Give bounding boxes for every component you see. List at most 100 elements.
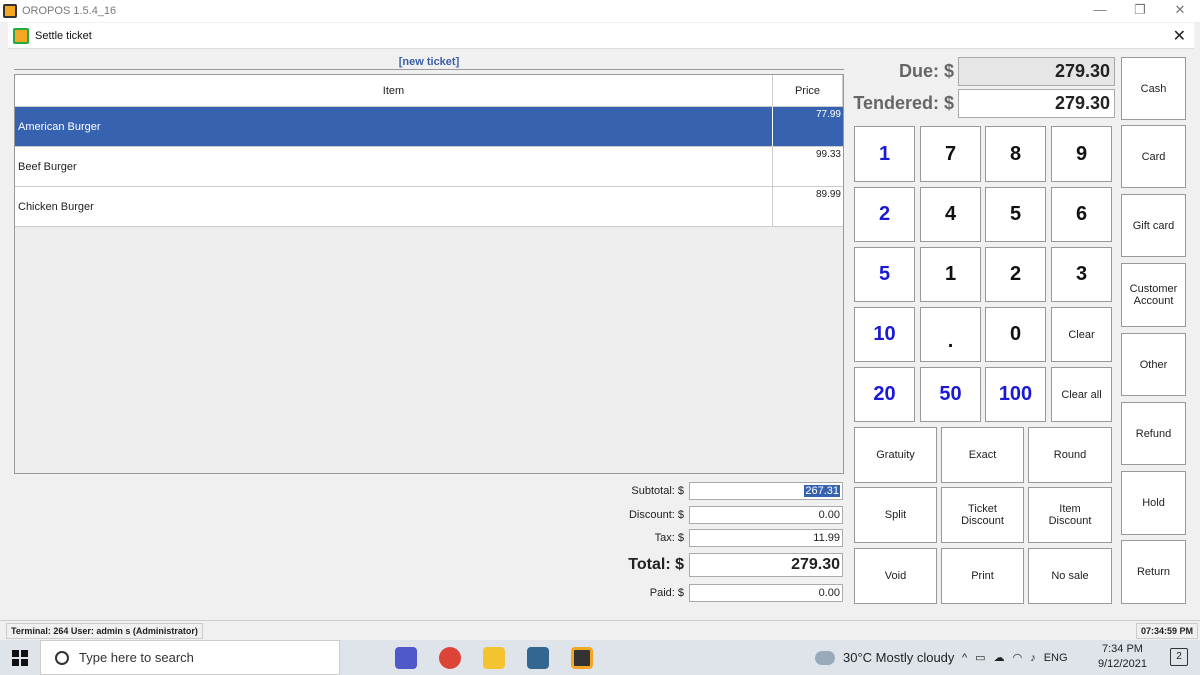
- tendered-input[interactable]: 279.30: [958, 89, 1115, 118]
- windows-logo-icon: [12, 649, 28, 666]
- ticket-discount-button[interactable]: Ticket Discount: [941, 487, 1024, 543]
- keypad-6-button[interactable]: 6: [1051, 187, 1112, 242]
- dialog-icon: [13, 27, 29, 44]
- paid-value[interactable]: 0.00: [689, 584, 843, 602]
- wifi-icon[interactable]: ◠: [1013, 651, 1023, 664]
- dialog-title: Settle ticket: [35, 29, 92, 42]
- taskbar-app-teams[interactable]: [384, 640, 428, 675]
- void-button[interactable]: Void: [854, 548, 937, 604]
- cloud-icon: [815, 650, 835, 665]
- quick-20-button[interactable]: 20: [854, 367, 915, 422]
- cash-button[interactable]: Cash: [1121, 57, 1186, 120]
- item-price: 77.99: [815, 109, 841, 120]
- subtotal-row: Subtotal: $ 267.31: [616, 482, 843, 500]
- customer-account-button[interactable]: Customer Account: [1121, 263, 1186, 327]
- keypad-5-button[interactable]: 5: [985, 187, 1046, 242]
- search-icon: [55, 650, 69, 665]
- item-discount-button[interactable]: Item Discount: [1028, 487, 1112, 543]
- keypad-decimal-button[interactable]: .: [920, 307, 981, 362]
- tax-row: Tax: $ 11.99: [616, 529, 843, 547]
- item-name: Chicken Burger: [15, 187, 773, 226]
- dialog-close-icon[interactable]: ✕: [1173, 26, 1186, 46]
- table-row[interactable]: Beef Burger 99.33: [15, 147, 843, 187]
- taskbar-app-pgadmin[interactable]: [516, 640, 560, 675]
- taskbar-clock[interactable]: 7:34 PM 9/12/2021: [1098, 642, 1147, 672]
- clear-all-button[interactable]: Clear all: [1051, 367, 1112, 422]
- terminal-user-status: Terminal: 264 User: admin s (Administrat…: [6, 622, 203, 639]
- language-indicator[interactable]: ENG: [1044, 652, 1068, 664]
- keypad-4-button[interactable]: 4: [920, 187, 981, 242]
- system-tray: ^ ▭ ☁ ◠ ♪ ENG: [962, 640, 1068, 675]
- minimize-icon[interactable]: —: [1080, 0, 1120, 22]
- volume-icon[interactable]: ♪: [1030, 652, 1036, 664]
- keypad-7-button[interactable]: 7: [920, 126, 981, 182]
- total-label: Total: $: [628, 556, 684, 573]
- card-button[interactable]: Card: [1121, 125, 1186, 188]
- start-button[interactable]: [0, 640, 40, 675]
- taskbar-app-explorer[interactable]: [472, 640, 516, 675]
- keypad-1-button[interactable]: 1: [854, 126, 915, 182]
- gratuity-button[interactable]: Gratuity: [854, 427, 937, 483]
- keypad-0-button[interactable]: 0: [985, 307, 1046, 362]
- onedrive-icon[interactable]: ☁: [994, 651, 1005, 664]
- weather-widget[interactable]: 30°C Mostly cloudy: [815, 640, 954, 675]
- paid-label: Paid: $: [649, 587, 684, 599]
- quick-10-button[interactable]: 10: [854, 307, 915, 362]
- ticket-table: Item Price American Burger 77.99 Beef Bu…: [14, 74, 844, 474]
- clock-time: 7:34 PM: [1101, 643, 1143, 655]
- gift-card-button[interactable]: Gift card: [1121, 194, 1186, 257]
- keypad-2b-button[interactable]: 2: [985, 247, 1046, 302]
- maximize-icon[interactable]: ❐: [1120, 0, 1160, 22]
- quick-50-button[interactable]: 50: [920, 367, 981, 422]
- discount-label: Discount: $: [628, 509, 684, 521]
- no-sale-button[interactable]: No sale: [1028, 548, 1112, 604]
- return-button[interactable]: Return: [1121, 540, 1186, 604]
- window-title: OROPOS 1.5.4_16: [22, 5, 117, 17]
- notification-icon[interactable]: 2: [1170, 648, 1188, 666]
- exact-button[interactable]: Exact: [941, 427, 1024, 483]
- quick-100-button[interactable]: 100: [985, 367, 1046, 422]
- other-button[interactable]: Other: [1121, 333, 1186, 396]
- total-row: Total: $ 279.30: [616, 553, 843, 577]
- chevron-up-icon[interactable]: ^: [962, 652, 967, 664]
- folder-icon: [483, 646, 505, 669]
- table-row[interactable]: Chicken Burger 89.99: [15, 187, 843, 227]
- item-name: Beef Burger: [15, 147, 773, 186]
- keypad-9-button[interactable]: 9: [1051, 126, 1112, 182]
- divider: [14, 69, 844, 70]
- ticket-label: [new ticket]: [398, 56, 460, 68]
- due-label: Due: $: [898, 61, 954, 81]
- taskbar-app-chrome[interactable]: [428, 640, 472, 675]
- keypad-3-button[interactable]: 3: [1051, 247, 1112, 302]
- column-header-price[interactable]: Price: [773, 75, 843, 106]
- weather-text: 30°C Mostly cloudy: [843, 650, 955, 665]
- taskbar-search[interactable]: Type here to search: [40, 640, 340, 675]
- item-name: American Burger: [15, 107, 773, 146]
- oropos-icon: [571, 646, 593, 669]
- discount-value[interactable]: 0.00: [689, 506, 843, 524]
- refund-button[interactable]: Refund: [1121, 402, 1186, 465]
- close-icon[interactable]: ✕: [1160, 0, 1200, 22]
- keypad-8-button[interactable]: 8: [985, 126, 1046, 182]
- table-row[interactable]: American Burger 77.99: [15, 107, 843, 147]
- due-row: Due: $ 279.30: [852, 57, 1115, 86]
- taskbar-apps: [384, 640, 604, 675]
- clear-button[interactable]: Clear: [1051, 307, 1112, 362]
- keypad-1b-button[interactable]: 1: [920, 247, 981, 302]
- taskbar-app-oropos[interactable]: [560, 640, 604, 675]
- window-controls: — ❐ ✕: [1080, 0, 1200, 22]
- battery-icon[interactable]: ▭: [975, 651, 985, 664]
- split-button[interactable]: Split: [854, 487, 937, 543]
- dialog-titlebar: Settle ticket ✕: [8, 23, 1194, 49]
- round-button[interactable]: Round: [1028, 427, 1112, 483]
- total-value[interactable]: 279.30: [689, 553, 843, 577]
- tax-value[interactable]: 11.99: [689, 529, 843, 547]
- clock-date: 9/12/2021: [1098, 658, 1147, 670]
- hold-button[interactable]: Hold: [1121, 471, 1186, 535]
- column-header-item[interactable]: Item: [15, 75, 773, 106]
- quick-5-button[interactable]: 5: [854, 247, 915, 302]
- print-button[interactable]: Print: [941, 548, 1024, 604]
- windows-taskbar: Type here to search 30°C Mostly cloudy ^…: [0, 640, 1200, 675]
- subtotal-field[interactable]: 267.31: [689, 482, 843, 500]
- keypad-2-button[interactable]: 2: [854, 187, 915, 242]
